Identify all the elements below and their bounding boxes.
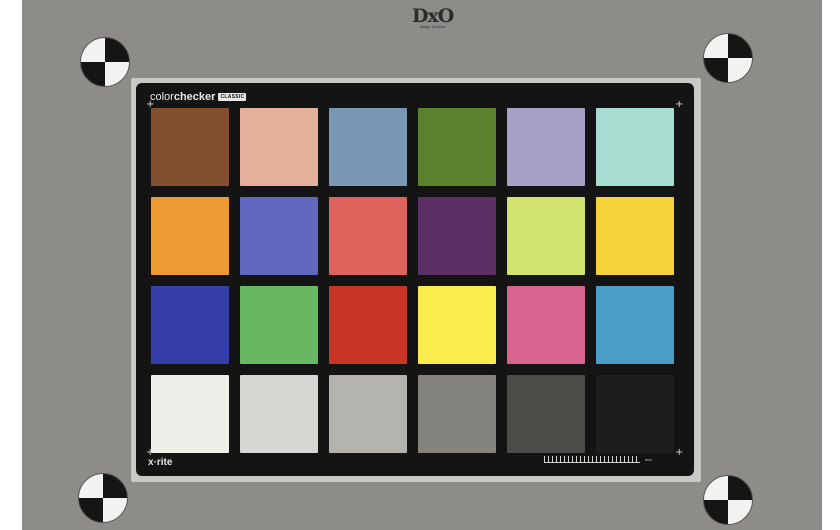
dxo-logo: DxO Image Science — [412, 5, 454, 29]
patch-blue-sky — [329, 108, 407, 186]
patch-green — [240, 286, 318, 364]
patch-foliage — [418, 108, 496, 186]
alignment-target-top-left-icon — [80, 37, 130, 87]
patch-neutral-6-5 — [329, 375, 407, 453]
xrite-text: x·rite — [148, 457, 173, 468]
patch-yellow-green — [507, 197, 585, 275]
patch-bluish-green — [596, 108, 674, 186]
patch-light-skin — [240, 108, 318, 186]
patch-black — [596, 375, 674, 453]
brand-badge: CLASSIC — [218, 93, 247, 101]
patch-white — [151, 375, 229, 453]
patch-moderate-red — [329, 197, 407, 275]
patch-dark-skin — [151, 108, 229, 186]
patch-yellow — [418, 286, 496, 364]
xrite-logo: x·rite — [148, 457, 172, 468]
patch-neutral-3-5 — [507, 375, 585, 453]
crosshair-icon: + — [675, 99, 684, 110]
patch-neutral-5 — [418, 375, 496, 453]
colorchecker-brand: color checker CLASSIC — [150, 91, 247, 103]
patch-blue-flower — [507, 108, 585, 186]
brand-name: checker — [173, 91, 216, 103]
color-patch-grid — [151, 108, 674, 453]
patch-cyan — [596, 286, 674, 364]
measurement-ruler — [544, 456, 640, 463]
patch-magenta — [507, 286, 585, 364]
patch-orange — [151, 197, 229, 275]
colorchecker-card: color checker CLASSIC + + + + x·rite mm — [136, 83, 694, 476]
ruler-label: mm — [645, 457, 652, 462]
patch-neutral-8 — [240, 375, 318, 453]
patch-purplish-blue — [240, 197, 318, 275]
crosshair-icon: + — [675, 447, 684, 458]
patch-red — [329, 286, 407, 364]
patch-purple — [418, 197, 496, 275]
alignment-target-bottom-right-icon — [703, 475, 753, 525]
patch-blue — [151, 286, 229, 364]
alignment-target-bottom-left-icon — [78, 473, 128, 523]
alignment-target-top-right-icon — [703, 33, 753, 83]
patch-orange-yellow — [596, 197, 674, 275]
logo-main-text: DxO — [412, 5, 454, 27]
